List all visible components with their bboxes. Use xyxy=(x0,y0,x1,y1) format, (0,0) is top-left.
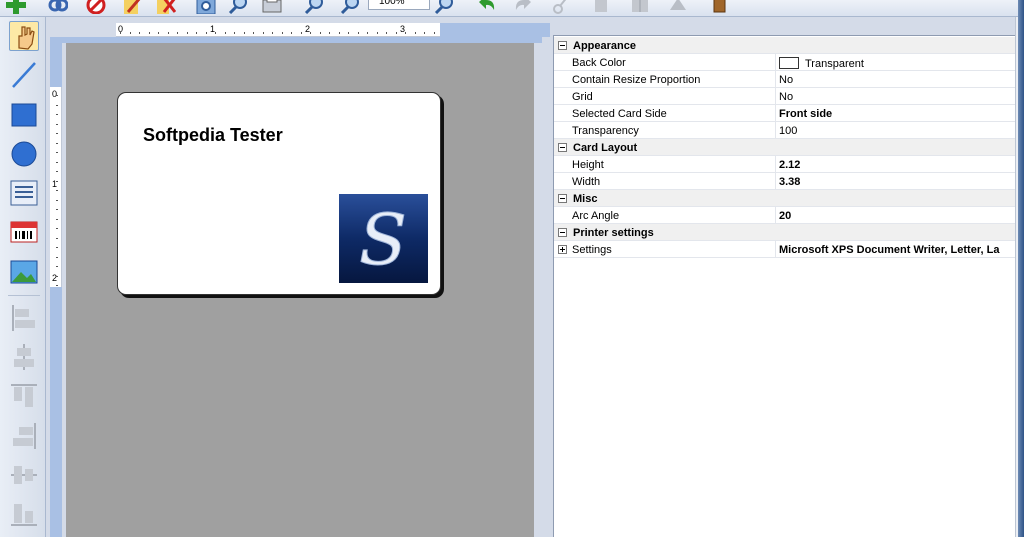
property-value[interactable]: 3.38 xyxy=(779,176,800,188)
main-toolbar: 100% xyxy=(0,0,1024,17)
align-middle-icon[interactable] xyxy=(9,460,39,490)
horizontal-ruler: 0 1 2 3 xyxy=(116,23,440,37)
edit-icon[interactable] xyxy=(122,0,142,14)
image-tool-icon[interactable] xyxy=(9,257,39,287)
zoom-out-icon[interactable] xyxy=(340,0,360,14)
card-text-element[interactable]: Softpedia Tester xyxy=(143,125,283,146)
tool-strip xyxy=(0,17,46,537)
color-swatch xyxy=(779,57,799,69)
align-bottom-icon[interactable] xyxy=(9,499,39,529)
text-tool-icon[interactable] xyxy=(9,178,39,208)
property-category[interactable]: Appearance xyxy=(554,37,1016,54)
category-label: Appearance xyxy=(573,40,636,52)
category-label: Misc xyxy=(573,193,598,205)
logo-letter: S xyxy=(359,199,407,281)
ruler-label: 2 xyxy=(52,273,58,283)
barcode-tool-icon[interactable] xyxy=(9,217,39,247)
property-value[interactable]: 2.12 xyxy=(779,159,800,171)
add-icon[interactable] xyxy=(6,0,26,14)
property-value[interactable]: 100 xyxy=(779,125,797,137)
exit-icon[interactable] xyxy=(710,0,730,14)
collapse-icon[interactable] xyxy=(558,41,567,50)
property-row[interactable]: Back Color Transparent xyxy=(554,54,1016,71)
delete-icon[interactable] xyxy=(156,0,176,14)
align-left-icon[interactable] xyxy=(9,303,39,333)
property-row[interactable]: Contain Resize Proportion No xyxy=(554,71,1016,88)
print-icon[interactable] xyxy=(262,0,282,14)
ruler-label: 0 xyxy=(52,89,58,99)
property-value[interactable]: Front side xyxy=(779,108,832,120)
property-name: Contain Resize Proportion xyxy=(572,74,701,86)
property-name: Arc Angle xyxy=(572,210,620,222)
property-value[interactable]: No xyxy=(779,74,793,86)
property-name: Height xyxy=(572,159,604,171)
property-value[interactable]: Microsoft XPS Document Writer, Letter, L… xyxy=(779,244,999,256)
property-row[interactable]: Grid No xyxy=(554,88,1016,105)
hand-icon[interactable] xyxy=(9,21,39,51)
collapse-icon[interactable] xyxy=(558,143,567,152)
ellipse-tool-icon[interactable] xyxy=(9,139,39,169)
property-category[interactable]: Card Layout xyxy=(554,139,1016,156)
softpedia-logo-image[interactable]: S xyxy=(339,194,428,283)
property-category[interactable]: Misc xyxy=(554,190,1016,207)
align-right-icon[interactable] xyxy=(9,421,39,451)
erase-icon[interactable] xyxy=(668,0,688,14)
property-row[interactable]: Settings Microsoft XPS Document Writer, L… xyxy=(554,241,1016,258)
zoom-in-icon[interactable] xyxy=(304,0,324,14)
link-icon[interactable] xyxy=(48,0,68,14)
property-row[interactable]: Arc Angle 20 xyxy=(554,207,1016,224)
no-icon[interactable] xyxy=(86,0,106,14)
property-row[interactable]: Width 3.38 xyxy=(554,173,1016,190)
property-value[interactable]: No xyxy=(779,91,793,103)
property-value[interactable]: 20 xyxy=(779,210,791,222)
paste-icon[interactable] xyxy=(630,0,650,14)
property-name: Transparency xyxy=(572,125,639,137)
collapse-icon[interactable] xyxy=(558,228,567,237)
align-center-icon[interactable] xyxy=(9,342,39,372)
property-name: Width xyxy=(572,176,601,188)
zoom-icon[interactable] xyxy=(434,0,454,14)
property-name: Settings xyxy=(572,244,612,256)
property-category[interactable]: Printer settings xyxy=(554,224,1016,241)
property-row[interactable]: Selected Card Side Front side xyxy=(554,105,1016,122)
copy-icon[interactable] xyxy=(592,0,612,14)
property-name: Grid xyxy=(572,91,593,103)
vertical-ruler: 0 1 2 xyxy=(50,87,62,287)
zoom-combo[interactable]: 100% xyxy=(368,0,430,10)
cut-icon[interactable] xyxy=(552,0,572,14)
rectangle-tool-icon[interactable] xyxy=(9,100,39,130)
property-grid: Appearance Back Color Transparent Contain R… xyxy=(553,35,1016,537)
id-card-canvas[interactable]: Softpedia Tester S xyxy=(117,92,441,295)
category-label: Card Layout xyxy=(573,142,638,154)
property-row[interactable]: Height 2.12 xyxy=(554,156,1016,173)
settings-icon[interactable] xyxy=(196,0,216,14)
property-value[interactable]: Transparent xyxy=(779,57,864,70)
redo-icon[interactable] xyxy=(514,0,534,14)
line-tool-icon[interactable] xyxy=(9,60,39,90)
align-top-icon[interactable] xyxy=(9,381,39,411)
property-name: Selected Card Side xyxy=(572,108,667,120)
category-label: Printer settings xyxy=(573,227,654,239)
property-value-text: Transparent xyxy=(805,58,864,70)
zoom-fit-icon[interactable] xyxy=(228,0,248,14)
expand-icon[interactable] xyxy=(558,245,567,254)
property-name: Back Color xyxy=(572,57,626,69)
property-row[interactable]: Transparency 100 xyxy=(554,122,1016,139)
collapse-icon[interactable] xyxy=(558,194,567,203)
undo-icon[interactable] xyxy=(476,0,496,14)
